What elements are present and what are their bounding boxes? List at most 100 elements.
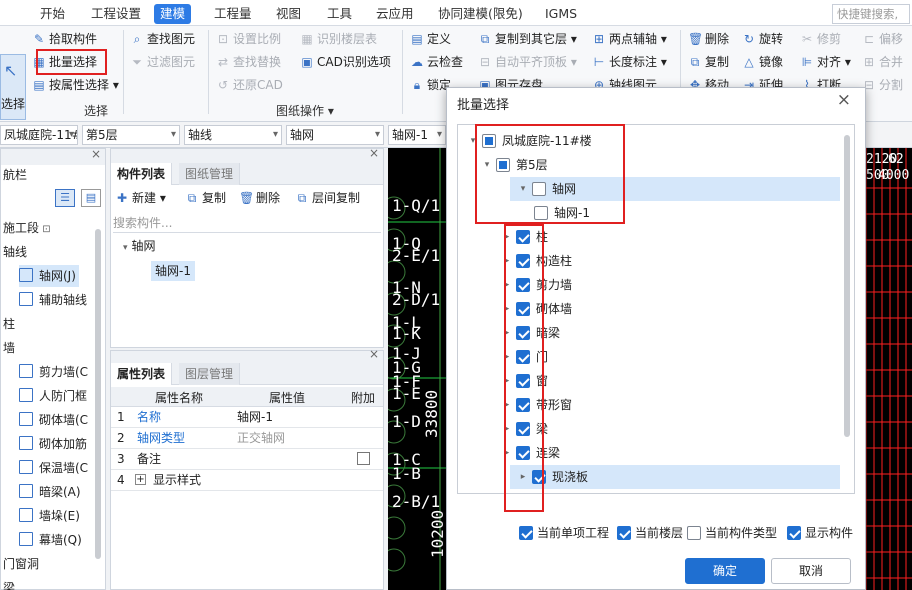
lock-button[interactable]: 🔒︎ 锁定: [410, 74, 451, 96]
tab-modeling[interactable]: 建模: [154, 4, 192, 24]
find-element-button[interactable]: ⌕ 查找图元: [130, 28, 195, 50]
tab-drawing-manage[interactable]: 图纸管理: [179, 163, 241, 185]
column-header: 属性值: [268, 391, 305, 405]
nav-item[interactable]: 梁: [3, 577, 15, 590]
tree-node-axis-grid-1[interactable]: 轴网-1: [151, 261, 195, 281]
align-button[interactable]: ⊫ 对齐 ▾: [800, 51, 851, 73]
nav-item[interactable]: 施工段 ⊡: [3, 217, 51, 239]
property-value[interactable]: 轴网-1: [237, 407, 273, 427]
replace-icon: ⇄: [217, 55, 229, 69]
tab-igms[interactable]: IGMS: [545, 4, 577, 24]
nav-item[interactable]: 砌体加筋: [19, 433, 87, 455]
select-by-attr-button[interactable]: ▤ 按属性选择 ▾: [32, 74, 119, 96]
filter-icon: ▤: [33, 78, 45, 92]
category-select[interactable]: 轴线: [184, 125, 282, 145]
copy-to-floor-button[interactable]: ⧉ 复制到其它层 ▾: [478, 28, 577, 50]
tab-quantity[interactable]: 工程量: [214, 4, 252, 24]
ok-button[interactable]: 确定: [685, 558, 765, 584]
tab-layer-manage[interactable]: 图层管理: [179, 363, 241, 385]
cancel-button[interactable]: 取消: [771, 558, 851, 584]
list-view-icon[interactable]: ☰: [55, 189, 75, 207]
nav-item[interactable]: 墙: [3, 337, 15, 359]
nav-scrollbar[interactable]: [95, 229, 101, 559]
filter-element-button[interactable]: ⏷ 过滤图元: [130, 51, 195, 73]
copy-component-button[interactable]: ⧉ 复制: [185, 187, 226, 209]
copy-button[interactable]: ⧉ 复制: [688, 51, 729, 73]
floor-copy-button[interactable]: ⧉ 层间复制: [295, 187, 360, 209]
project-select[interactable]: 凤城庭院-11#楼: [0, 125, 78, 145]
identify-floor-table-button[interactable]: ▦ 识别楼层表: [300, 28, 377, 50]
delete-button[interactable]: 🗑︎ 删除: [688, 28, 729, 50]
split-button[interactable]: ⊟ 分割: [862, 74, 903, 96]
mirror-button[interactable]: △ 镜像: [742, 51, 783, 73]
nav-item[interactable]: 轴网(J): [19, 265, 79, 287]
floor-select[interactable]: 第5层: [82, 125, 180, 145]
pick-component-button[interactable]: ✎ 拾取构件: [32, 28, 97, 50]
auto-flat-top-button[interactable]: ⊟ 自动平齐顶板 ▾: [478, 51, 577, 73]
floor-copy-icon: ⧉: [297, 191, 307, 205]
select-big-button[interactable]: ↖ 选择: [0, 54, 26, 120]
tree-node-axis-grid[interactable]: ▾ 轴网: [123, 235, 156, 257]
tab-property-list[interactable]: 属性列表: [111, 363, 173, 385]
define-button[interactable]: ▤ 定义: [410, 28, 451, 50]
tree-item[interactable]: ▸ 现浇板: [510, 465, 840, 489]
mirror-icon: △: [744, 55, 754, 69]
nav-item[interactable]: 砌体墙(C: [19, 409, 88, 431]
tab-component-list[interactable]: 构件列表: [111, 163, 173, 185]
nav-item[interactable]: 暗梁(A): [19, 481, 81, 503]
tab-start[interactable]: 开始: [40, 4, 65, 24]
detail-view-icon[interactable]: ▤: [81, 189, 101, 207]
attach-checkbox[interactable]: [357, 452, 370, 465]
tab-tools[interactable]: 工具: [327, 4, 352, 24]
close-icon[interactable]: ×: [91, 147, 101, 161]
table-row[interactable]: 4 + 显示样式: [111, 470, 383, 491]
close-icon[interactable]: ×: [369, 347, 379, 361]
two-point-axis-button[interactable]: ⊞ 两点辅轴 ▾: [592, 28, 667, 50]
cad-identify-options-button[interactable]: ▣ CAD识别选项: [300, 51, 391, 73]
scale-icon: ⊡: [217, 32, 229, 46]
property-value[interactable]: 正交轴网: [237, 428, 285, 448]
expand-icon[interactable]: +: [135, 474, 146, 485]
restore-cad-button[interactable]: ↺ 还原CAD: [216, 74, 283, 96]
set-scale-button[interactable]: ⊡ 设置比例: [216, 28, 281, 50]
axis-label: 10200: [428, 509, 447, 558]
close-icon[interactable]: ×: [837, 90, 851, 110]
type-select[interactable]: 轴网: [286, 125, 384, 145]
component-select[interactable]: 轴网-1: [388, 125, 446, 145]
nav-item[interactable]: 墙垛(E): [19, 505, 80, 527]
trim-button[interactable]: ✂ 修剪: [800, 28, 841, 50]
nav-item[interactable]: 保温墙(C: [19, 457, 88, 479]
tab-view[interactable]: 视图: [276, 4, 301, 24]
option-checkbox[interactable]: 显示构件: [787, 524, 853, 542]
tab-collab[interactable]: 协同建模(限免): [438, 4, 523, 24]
table-row[interactable]: 3 备注: [111, 449, 383, 470]
merge-button[interactable]: ⊞ 合并: [862, 51, 903, 73]
divider: [123, 30, 124, 114]
nav-item[interactable]: 柱: [3, 313, 15, 335]
rotate-button[interactable]: ↻ 旋转: [742, 28, 783, 50]
nav-item[interactable]: 剪力墙(C: [19, 361, 88, 383]
delete-component-button[interactable]: 🗑︎ 删除: [239, 187, 280, 209]
option-checkbox[interactable]: 当前楼层: [617, 524, 683, 542]
nav-item[interactable]: 轴线: [3, 241, 27, 263]
option-checkbox[interactable]: 当前单项工程: [519, 524, 609, 542]
option-checkbox[interactable]: 当前构件类型: [687, 524, 777, 542]
tab-project-settings[interactable]: 工程设置: [91, 4, 141, 24]
find-replace-button[interactable]: ⇄ 查找替换: [216, 51, 281, 73]
lock-icon: ⊡: [39, 224, 51, 235]
cloud-check-button[interactable]: ☁ 云检查: [410, 51, 463, 73]
nav-item[interactable]: 幕墙(Q): [19, 529, 82, 551]
length-dim-button[interactable]: ⊢ 长度标注 ▾: [592, 51, 667, 73]
tree-scrollbar[interactable]: [844, 135, 850, 437]
nav-item[interactable]: 人防门框: [19, 385, 87, 407]
new-component-button[interactable]: ✚ 新建 ▾: [115, 187, 166, 209]
table-row[interactable]: 2 轴网类型 正交轴网: [111, 428, 383, 449]
close-icon[interactable]: ×: [369, 146, 379, 160]
component-search-input[interactable]: 搜索构件...: [113, 213, 381, 233]
table-row[interactable]: 1 名称 轴网-1: [111, 407, 383, 428]
nav-item[interactable]: 辅助轴线: [19, 289, 87, 311]
nav-item[interactable]: 门窗洞: [3, 553, 39, 575]
tab-cloud-app[interactable]: 云应用: [376, 4, 414, 24]
offset-button[interactable]: ⊏ 偏移: [862, 28, 903, 50]
quick-search-input[interactable]: 快捷键搜索,: [832, 4, 910, 24]
